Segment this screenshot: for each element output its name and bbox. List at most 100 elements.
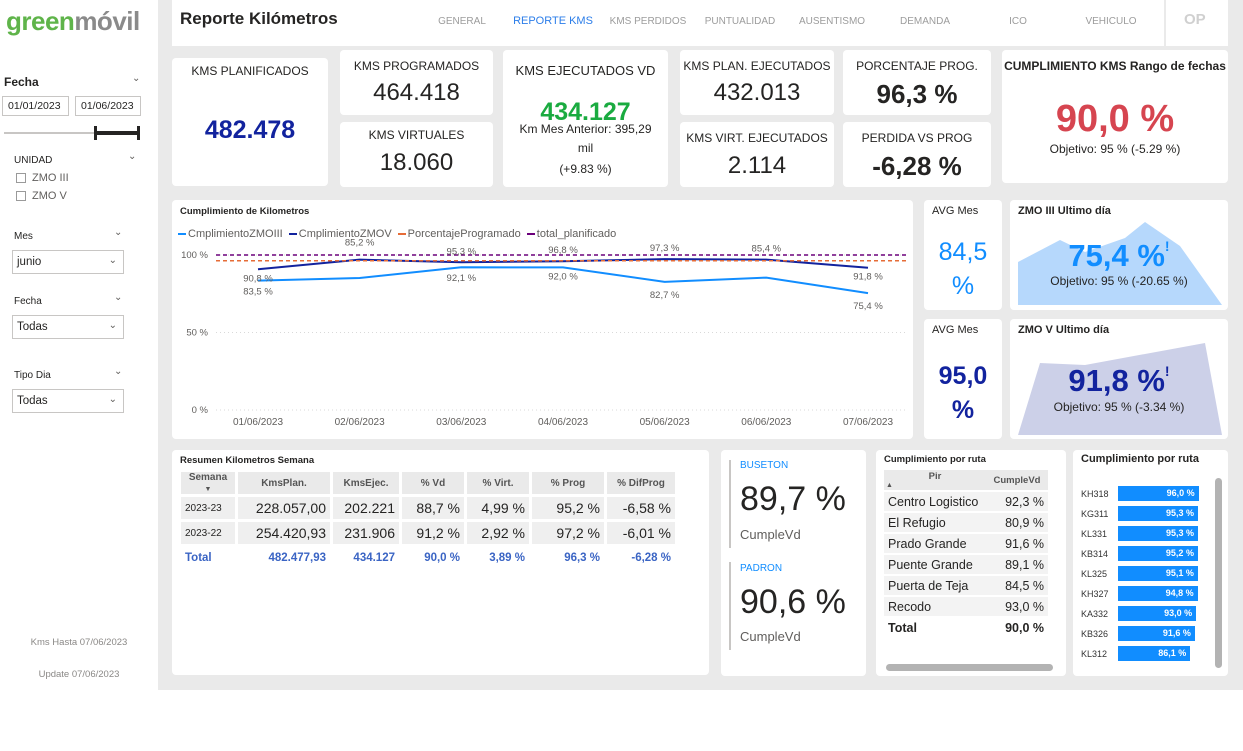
vertical-scrollbar[interactable]	[1215, 478, 1222, 668]
bar[interactable]: 86,1 %	[1118, 646, 1191, 661]
col-prog[interactable]: % Prog	[532, 472, 604, 494]
checkbox-zmo-iii[interactable]: ZMO III	[16, 172, 69, 184]
data-label: 82,7 %	[650, 290, 680, 301]
zmo5-ultimo-dia: ZMO V Ultimo día 91,8 %! Objetivo: 95 % …	[1010, 319, 1228, 439]
y-tick-label: 100 %	[181, 250, 208, 261]
chevron-down-icon[interactable]: ⌄	[128, 151, 136, 162]
table-row[interactable]: Recodo 93,0 %	[884, 597, 1048, 616]
bar-row[interactable]: KL325 95,1 %	[1073, 566, 1198, 581]
col-cumplevd[interactable]: CumpleVd	[986, 470, 1048, 490]
date-slider-range[interactable]	[96, 131, 138, 135]
table-row[interactable]: Centro Logistico 92,3 %	[884, 492, 1048, 511]
kpi-kms-ejecutados: KMS EJECUTADOS VD 434.127 Km Mes Anterio…	[503, 50, 668, 187]
col-difprog[interactable]: % DifProg	[607, 472, 675, 494]
tab-vehiculo[interactable]: VEHICULO	[1076, 16, 1146, 27]
mes-label: Mes	[14, 231, 33, 242]
bar[interactable]: 93,0 %	[1118, 606, 1197, 621]
bar[interactable]: 91,6 %	[1118, 626, 1195, 641]
tipodia-label: Tipo Dia	[14, 370, 51, 381]
chevron-down-icon[interactable]: ⌄	[114, 292, 122, 303]
mes-dropdown[interactable]: junio ⌄	[12, 250, 124, 274]
resumen-title: Resumen Kilometros Semana	[180, 455, 315, 466]
table-row[interactable]: El Refugio 80,9 %	[884, 513, 1048, 532]
data-label: 91,8 %	[853, 272, 883, 283]
bar[interactable]: 95,2 %	[1118, 546, 1198, 561]
chevron-down-icon: ⌄	[108, 320, 117, 331]
ruta-table-title: Cumplimiento por ruta	[884, 454, 986, 465]
col-kmsejec[interactable]: KmsEjec.	[333, 472, 399, 494]
chevron-down-icon[interactable]: ⌄	[132, 73, 140, 84]
data-label: 97,3 %	[650, 243, 680, 254]
checkbox-zmo-v[interactable]: ZMO V	[16, 190, 67, 202]
padron-value: 90,6 %	[740, 583, 846, 621]
col-virt[interactable]: % Virt.	[467, 472, 529, 494]
kpi-cumplimiento: CUMPLIMIENTO KMS Rango de fechas 90,0 % …	[1002, 50, 1228, 183]
fecha-label: Fecha	[4, 75, 39, 89]
bar-row[interactable]: KH318 96,0 %	[1073, 486, 1199, 501]
tab-reporte-kms[interactable]: REPORTE KMS	[510, 15, 596, 27]
col-semana[interactable]: Semana ▼	[181, 472, 235, 494]
kpi-kms-programados: KMS PROGRAMADOS 464.418	[340, 50, 493, 115]
bar-row[interactable]: KH327 94,8 %	[1073, 586, 1198, 601]
bar[interactable]: 95,1 %	[1118, 566, 1198, 581]
col-kmsplan[interactable]: KmsPlan.	[238, 472, 330, 494]
y-tick-label: 0 %	[192, 405, 209, 416]
date-to-input[interactable]: 01/06/2023	[75, 96, 141, 116]
tab-puntualidad[interactable]: PUNTUALIDAD	[700, 16, 780, 27]
bar-label: KB314	[1081, 548, 1109, 559]
resumen-table: Semana ▼ KmsPlan. KmsEjec. % Vd % Virt. %…	[178, 469, 678, 572]
avg-mes-zmo3: AVG Mes 84,5 %	[924, 200, 1002, 310]
data-label: 85,4 %	[752, 244, 782, 255]
bar-label: KH327	[1081, 588, 1109, 599]
col-pir[interactable]: Pir ▲	[884, 470, 986, 490]
slider-handle-right[interactable]	[137, 126, 140, 140]
bar-row[interactable]: KL312 86,1 %	[1073, 646, 1191, 661]
date-from-input[interactable]: 01/01/2023	[2, 96, 69, 116]
chevron-down-icon[interactable]: ⌄	[114, 366, 122, 377]
x-tick-label: 02/06/2023	[335, 417, 385, 428]
table-row[interactable]: Puerta de Teja 84,5 %	[884, 576, 1048, 595]
op-button[interactable]: OP	[1166, 0, 1228, 46]
buseton-label: BUSETON	[740, 460, 789, 471]
table-row[interactable]: Prado Grande 91,6 %	[884, 534, 1048, 553]
kpi-porcentaje-prog: PORCENTAJE PROG. 96,3 %	[843, 50, 991, 115]
table-row[interactable]: 2023-23 228.057,00 202.221 88,7 % 4,99 % 95,2…	[181, 497, 675, 519]
bar-row[interactable]: KG311 95,3 %	[1073, 506, 1199, 521]
x-tick-label: 05/06/2023	[640, 417, 690, 428]
x-tick-label: 04/06/2023	[538, 417, 588, 428]
bar[interactable]: 96,0 %	[1118, 486, 1199, 501]
kpi-kms-planificados: KMS PLANIFICADOS 482.478	[172, 58, 328, 186]
kpi-kms-virt-ejecutados: KMS VIRT. EJECUTADOS 2.114	[680, 122, 834, 187]
bar-row[interactable]: KL331 95,3 %	[1073, 526, 1199, 541]
bar[interactable]: 94,8 %	[1118, 586, 1198, 601]
bar-label: KG311	[1081, 508, 1109, 519]
slider-handle-left[interactable]	[94, 126, 97, 140]
x-tick-label: 07/06/2023	[843, 417, 893, 428]
x-tick-label: 03/06/2023	[436, 417, 486, 428]
tab-general[interactable]: GENERAL	[432, 16, 492, 27]
bar-row[interactable]: KB314 95,2 %	[1073, 546, 1198, 561]
bar[interactable]: 95,3 %	[1118, 506, 1199, 521]
bar-row[interactable]: KB326 91,6 %	[1073, 626, 1195, 641]
bar-row[interactable]: KA332 93,0 %	[1073, 606, 1197, 621]
tab-ico[interactable]: ICO	[998, 16, 1038, 27]
bar-label: KL312	[1081, 648, 1108, 659]
fecha-dropdown[interactable]: Todas ⌄	[12, 315, 124, 339]
col-vd[interactable]: % Vd	[402, 472, 464, 494]
y-tick-label: 50 %	[186, 328, 208, 339]
tab-demanda[interactable]: DEMANDA	[890, 16, 960, 27]
horizontal-scrollbar[interactable]	[886, 664, 1053, 671]
chevron-down-icon[interactable]: ⌄	[114, 227, 122, 238]
tipodia-dropdown[interactable]: Todas ⌄	[12, 389, 124, 413]
ruta-bars-card: Cumplimiento por ruta KH318 96,0 % KG311 95…	[1073, 450, 1228, 676]
tab-kms-perdidos[interactable]: KMS PERDIDOS	[608, 16, 688, 27]
data-label: 83,5 %	[243, 287, 273, 298]
table-total-row: Total 482.477,93 434.127 90,0 % 3,89 % 96,3 %…	[185, 552, 671, 564]
bar[interactable]: 95,3 %	[1118, 526, 1199, 541]
chevron-down-icon: ⌄	[108, 394, 117, 405]
padron-sub: CumpleVd	[740, 629, 801, 644]
table-row[interactable]: 2023-22 254.420,93 231.906 91,2 % 2,92 % 97,2…	[181, 522, 675, 544]
table-row[interactable]: Puente Grande 89,1 %	[884, 555, 1048, 574]
ruta-table-card: Cumplimiento por ruta Pir ▲ CumpleVd Cent…	[876, 450, 1066, 676]
tab-ausentismo[interactable]: AUSENTISMO	[792, 16, 872, 27]
